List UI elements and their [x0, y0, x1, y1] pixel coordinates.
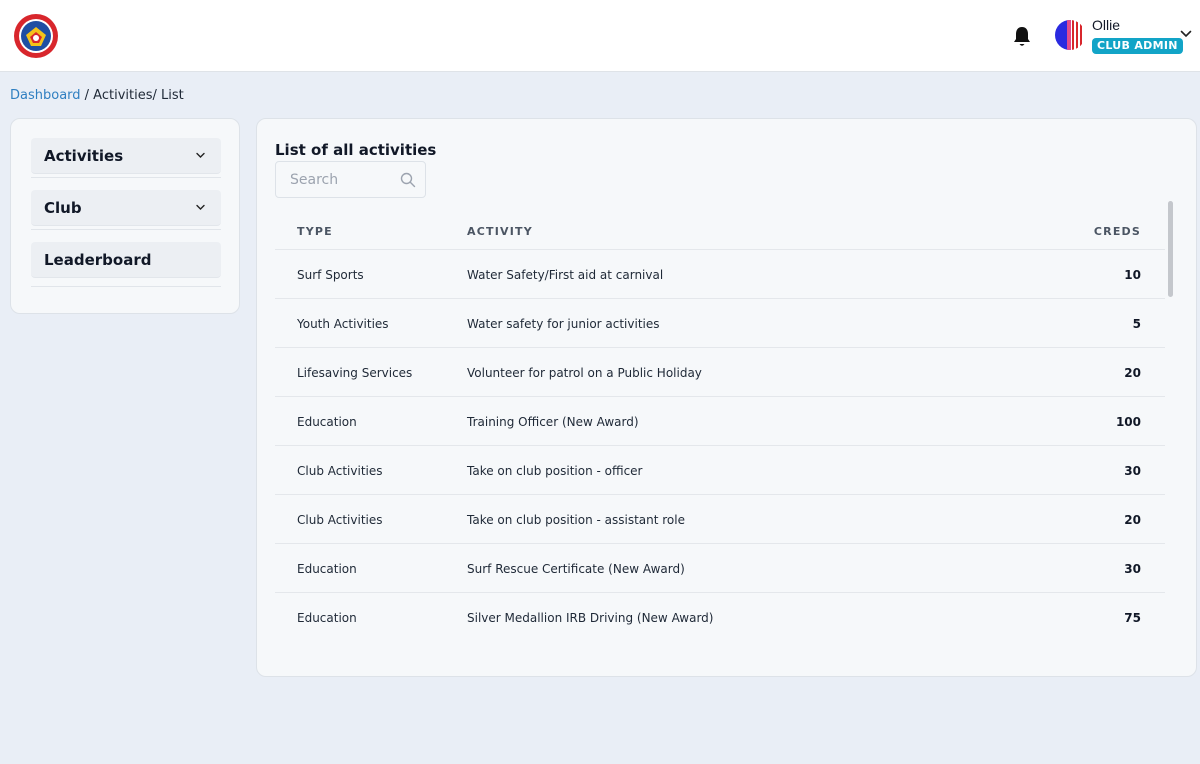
- cell-type: Club Activities: [297, 464, 383, 478]
- search-input[interactable]: [290, 171, 395, 189]
- cell-activity: Surf Rescue Certificate (New Award): [467, 562, 685, 576]
- column-header-activity[interactable]: ACTIVITY: [467, 225, 533, 238]
- notification-bell-icon[interactable]: [1012, 26, 1032, 48]
- table-row[interactable]: Education Surf Rescue Certificate (New A…: [275, 543, 1165, 592]
- sidebar-divider: [31, 286, 221, 287]
- sidebar-item-label: Activities: [44, 147, 124, 165]
- table-row[interactable]: Education Silver Medallion IRB Driving (…: [275, 592, 1165, 641]
- activities-table: TYPE ACTIVITY CREDS Surf Sports Water Sa…: [275, 199, 1165, 659]
- cell-activity: Water safety for junior activities: [467, 317, 660, 331]
- cell-type: Education: [297, 415, 357, 429]
- table-scrollbar[interactable]: [1165, 199, 1174, 659]
- cell-type: Surf Sports: [297, 268, 364, 282]
- cell-type: Club Activities: [297, 513, 383, 527]
- cell-creds: 30: [1124, 464, 1141, 478]
- sidebar-item-activities[interactable]: Activities: [31, 138, 221, 174]
- sidebar-item-label: Club: [44, 199, 82, 217]
- cell-type: Education: [297, 611, 357, 625]
- table-row[interactable]: Lifesaving Services Volunteer for patrol…: [275, 347, 1165, 396]
- table-row[interactable]: Club Activities Take on club position - …: [275, 445, 1165, 494]
- column-header-creds[interactable]: CREDS: [1094, 225, 1141, 238]
- scrollbar-thumb[interactable]: [1168, 201, 1173, 297]
- activities-panel: List of all activities TYPE ACTIVITY CRE…: [256, 118, 1197, 677]
- user-avatar[interactable]: [1055, 20, 1085, 50]
- sidebar-item-label: Leaderboard: [44, 251, 152, 269]
- cell-creds: 100: [1115, 415, 1141, 429]
- cell-creds: 75: [1124, 611, 1141, 625]
- sidebar-item-club[interactable]: Club: [31, 190, 221, 226]
- top-header: Ollie CLUB ADMIN: [0, 0, 1200, 72]
- cell-creds: 30: [1124, 562, 1141, 576]
- role-badge: CLUB ADMIN: [1092, 38, 1183, 54]
- sidebar: Activities Club Leaderboard: [10, 118, 240, 314]
- search-icon[interactable]: [400, 172, 416, 188]
- table-row[interactable]: Education Training Officer (New Award) 1…: [275, 396, 1165, 445]
- sidebar-divider: [31, 177, 221, 178]
- breadcrumb-dashboard-link[interactable]: Dashboard: [10, 88, 81, 103]
- chevron-down-icon[interactable]: [1180, 30, 1192, 38]
- cell-activity: Take on club position - assistant role: [467, 513, 685, 527]
- surf-life-saving-logo[interactable]: [13, 13, 59, 59]
- table-row[interactable]: Club Activities Take on club position - …: [275, 494, 1165, 543]
- cell-activity: Water Safety/First aid at carnival: [467, 268, 664, 282]
- cell-type: Lifesaving Services: [297, 366, 413, 380]
- column-header-type[interactable]: TYPE: [297, 225, 333, 238]
- cell-activity: Silver Medallion IRB Driving (New Award): [467, 611, 714, 625]
- cell-activity: Training Officer (New Award): [467, 415, 639, 429]
- chevron-down-icon: [196, 204, 205, 210]
- breadcrumb: Dashboard / Activities/ List: [10, 88, 184, 103]
- sidebar-divider: [31, 229, 221, 230]
- cell-creds: 5: [1132, 317, 1141, 331]
- breadcrumb-current: / Activities/ List: [80, 88, 184, 103]
- search-box[interactable]: [275, 161, 426, 198]
- cell-creds: 10: [1124, 268, 1141, 282]
- table-row[interactable]: Surf Sports Water Safety/First aid at ca…: [275, 249, 1165, 298]
- cell-activity: Take on club position - officer: [467, 464, 643, 478]
- cell-type: Youth Activities: [297, 317, 389, 331]
- table-row[interactable]: Youth Activities Water safety for junior…: [275, 298, 1165, 347]
- sidebar-item-leaderboard[interactable]: Leaderboard: [31, 242, 221, 278]
- cell-creds: 20: [1124, 513, 1141, 527]
- cell-type: Education: [297, 562, 357, 576]
- user-name[interactable]: Ollie: [1092, 17, 1120, 33]
- cell-creds: 20: [1124, 366, 1141, 380]
- chevron-down-icon: [196, 152, 205, 158]
- page-title: List of all activities: [275, 141, 437, 159]
- cell-activity: Volunteer for patrol on a Public Holiday: [467, 366, 702, 380]
